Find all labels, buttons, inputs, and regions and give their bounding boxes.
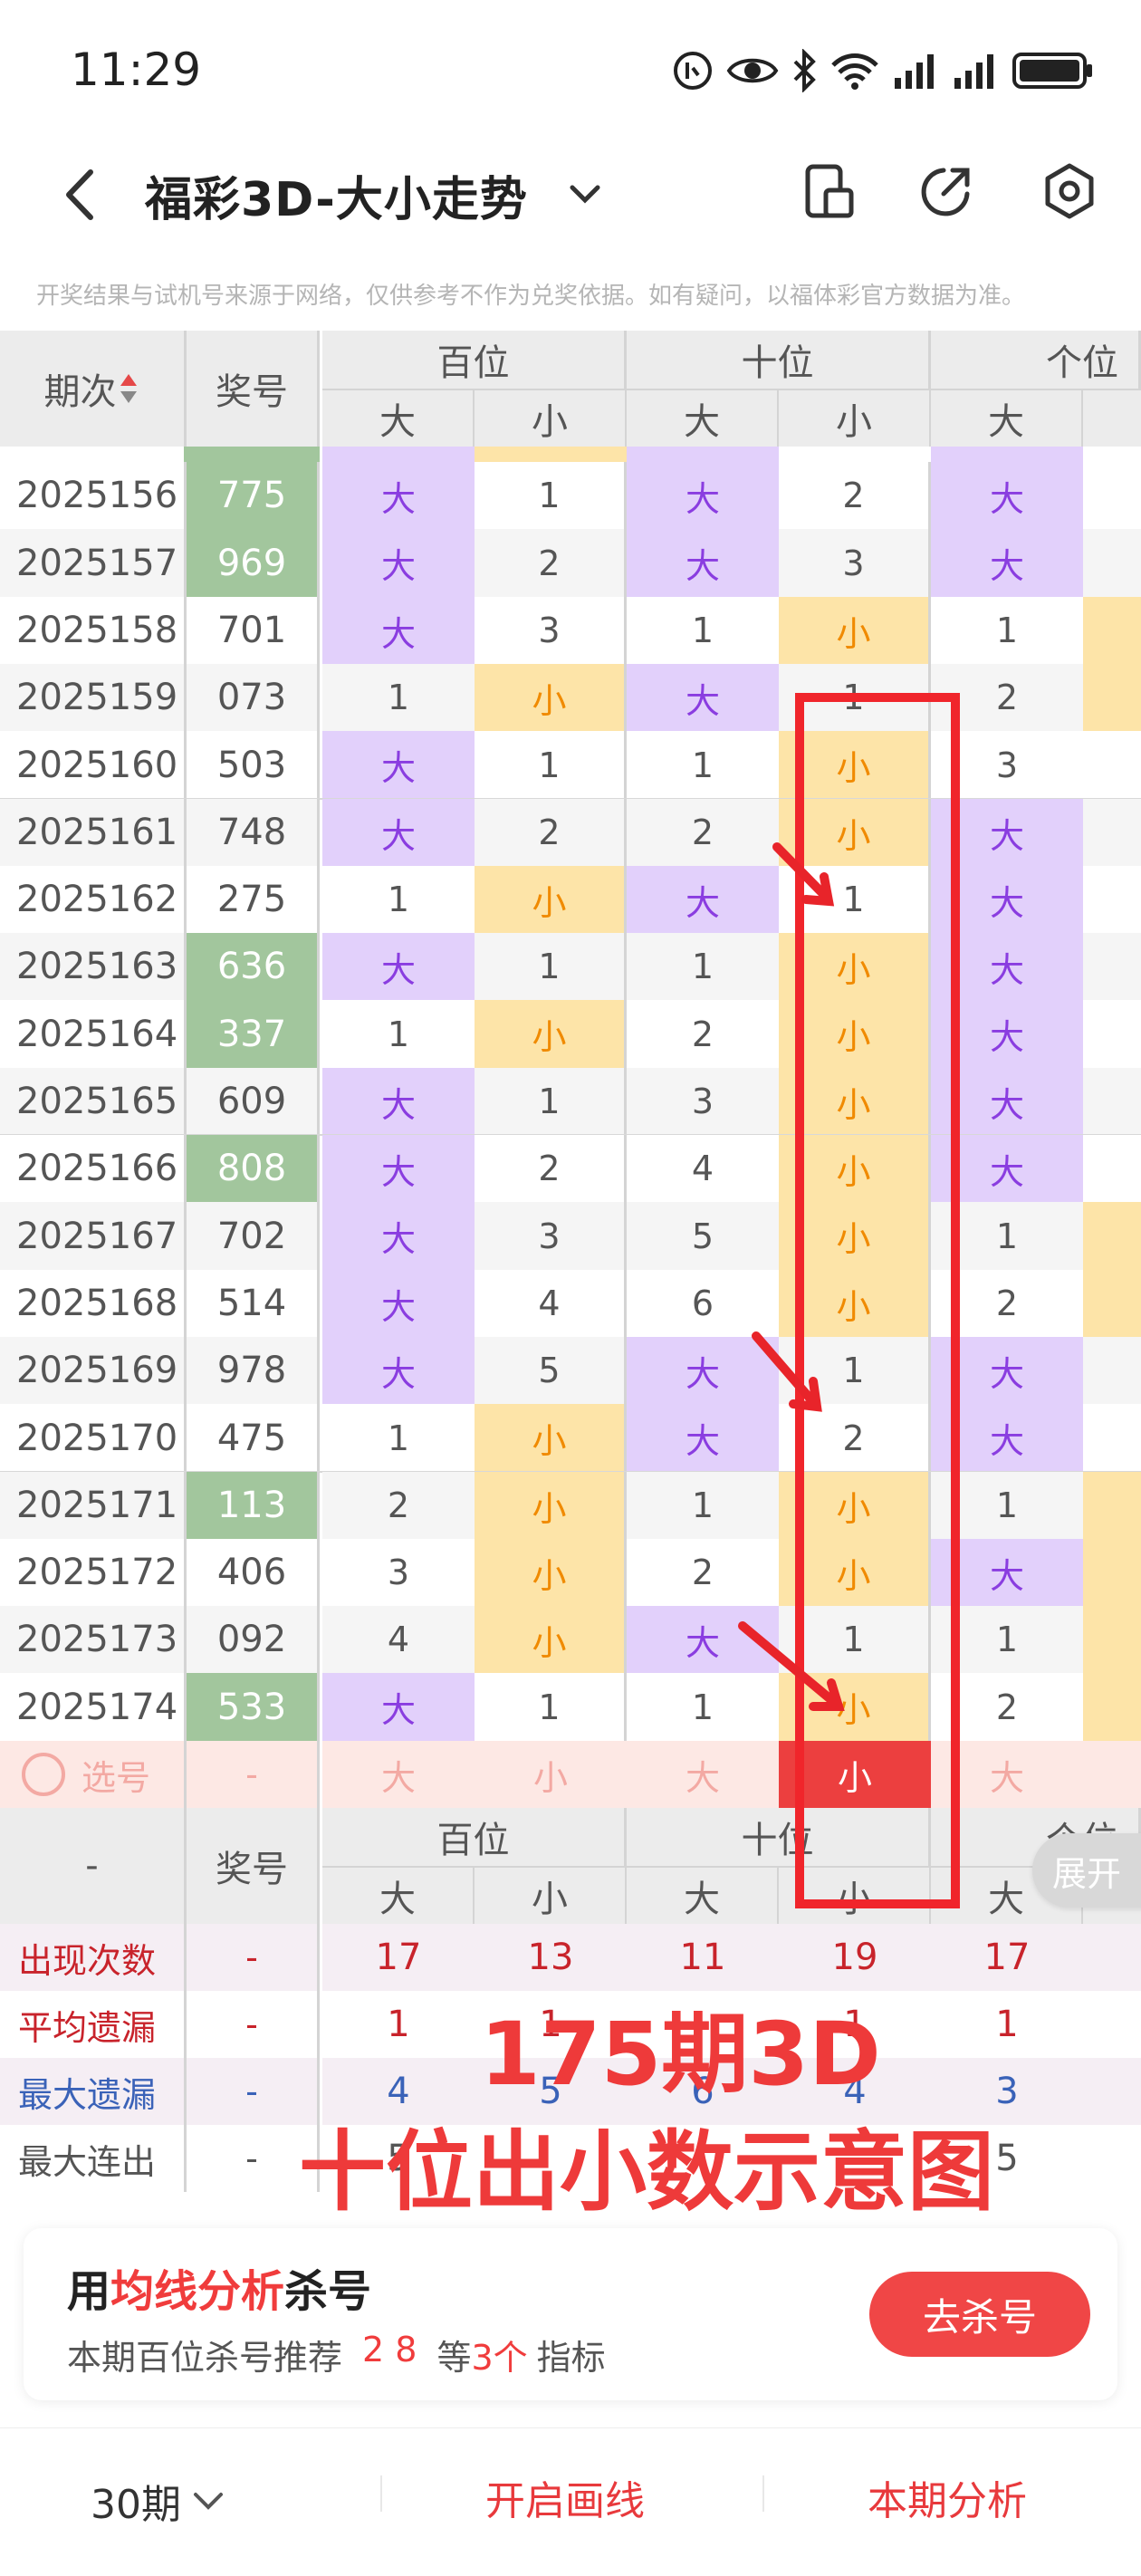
screen: 11:29 福彩3D-大小走势 开奖结果与试机号来源于网络，仅供参考不作为兑奖依… xyxy=(0,0,1141,2576)
promo-sub-count: 3个 xyxy=(471,2338,528,2378)
promo-title-suffix: 杀号 xyxy=(284,2266,372,2317)
arrow-icon xyxy=(752,1331,822,1412)
promo-sub-mid: 等 xyxy=(436,2338,472,2378)
bottom-tabbar: 30期 开启画线 本期分析 xyxy=(0,2427,1141,2576)
arrow-icon xyxy=(738,1621,845,1711)
period-selector[interactable]: 30期 xyxy=(91,2472,226,2530)
promo-sub-numbers: 2 8 xyxy=(362,2330,417,2369)
promo-title-prefix: 用 xyxy=(67,2266,111,2317)
kill-number-button[interactable]: 去杀号 xyxy=(869,2272,1090,2357)
promo-title: 用 均线分析 杀号 xyxy=(67,2255,371,2319)
draw-line-button[interactable]: 开启画线 xyxy=(485,2468,645,2526)
promo-subtitle: 本期百位杀号推荐 2 8 等 3个 指标 xyxy=(67,2330,606,2379)
promo-sub-prefix: 本期百位杀号推荐 xyxy=(67,2338,343,2378)
annotation-line1: 175期3D xyxy=(480,2004,881,2105)
promo-card[interactable]: 用 均线分析 杀号 本期百位杀号推荐 2 8 等 3个 指标 去杀号 xyxy=(24,2228,1117,2400)
current-analysis-button[interactable]: 本期分析 xyxy=(868,2468,1027,2526)
period-selector-label: 30期 xyxy=(91,2482,181,2528)
divider xyxy=(762,2475,764,2512)
divider xyxy=(380,2475,382,2512)
chevron-down-icon xyxy=(194,2493,223,2510)
annotation-line2: 十位出小数示意图 xyxy=(299,2121,994,2223)
promo-sub-suffix: 指标 xyxy=(536,2338,606,2378)
promo-title-highlight: 均线分析 xyxy=(110,2266,285,2317)
